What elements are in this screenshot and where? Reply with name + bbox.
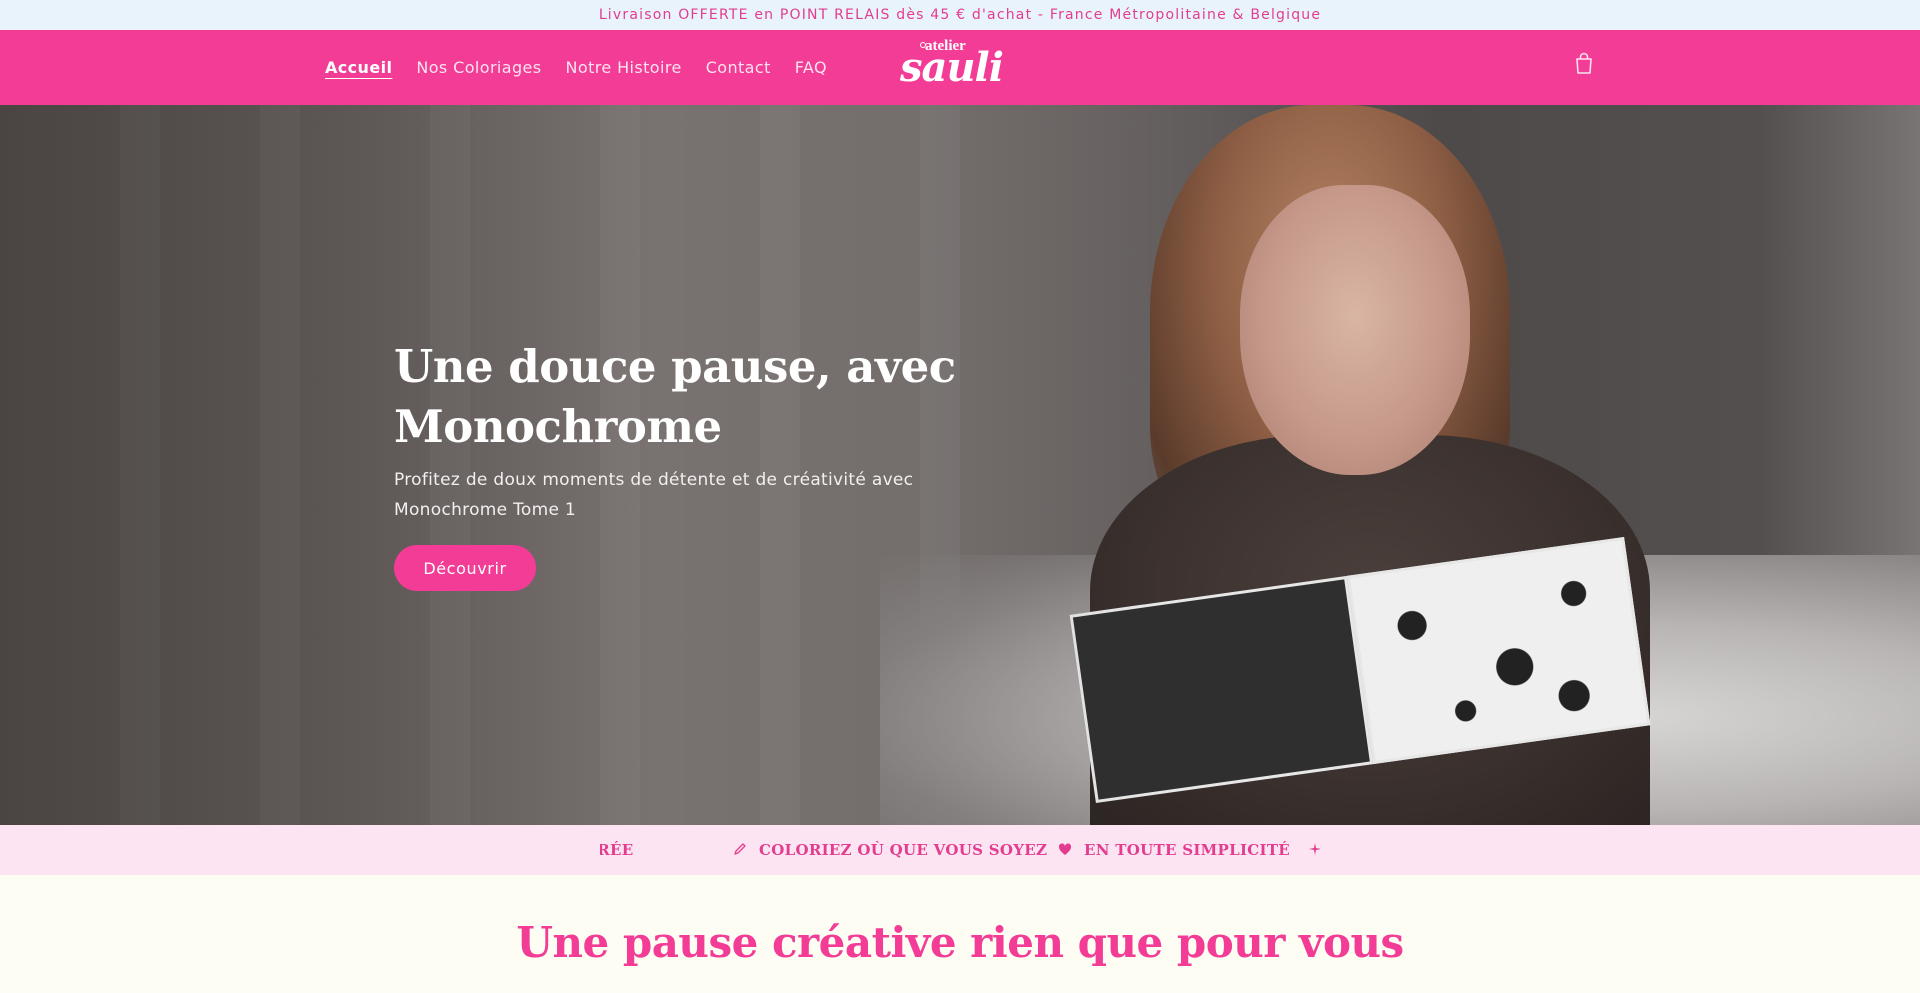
marquee-text: ASSURÉE [600, 841, 634, 859]
marquee-track: ASSURÉE COLORIEZ OÙ QUE VOUS SOYEZ EN TO… [600, 825, 1320, 875]
hero-banner: Une douce pause, avec Monochrome Profite… [0, 105, 1920, 825]
nav-item-notre-histoire[interactable]: Notre Histoire [566, 58, 682, 77]
nav-item-contact[interactable]: Contact [706, 58, 771, 77]
hero-title: Une douce pause, avec Monochrome [394, 340, 956, 453]
hero-overlay [0, 105, 1920, 825]
nav-item-faq[interactable]: FAQ [795, 58, 827, 77]
marquee-item: COLORIEZ OÙ QUE VOUS SOYEZ [733, 825, 1047, 875]
marquee-band: ASSURÉE COLORIEZ OÙ QUE VOUS SOYEZ EN TO… [0, 825, 1920, 875]
announcement-bar: Livraison OFFERTE en POINT RELAIS dès 45… [0, 0, 1920, 30]
announcement-text: Livraison OFFERTE en POINT RELAIS dès 45… [598, 7, 1322, 23]
section-title: Une pause créative rien que pour vous [516, 918, 1404, 967]
discover-button[interactable]: Découvrir [394, 545, 536, 591]
nav-item-accueil[interactable]: Accueil [325, 58, 392, 77]
shopping-bag-icon[interactable] [1573, 51, 1595, 75]
pencil-icon [733, 841, 747, 860]
logo-big-text: sauli [900, 44, 1004, 91]
marquee-text: COLORIEZ OÙ QUE VOUS SOYEZ [759, 841, 1048, 859]
site-header: Accueil Nos Coloriages Notre Histoire Co… [0, 30, 1920, 105]
marquee-text: EN TOUTE SIMPLICITÉ [1084, 841, 1291, 859]
marquee-item [1308, 825, 1320, 875]
sparkle-icon [1308, 841, 1320, 860]
marquee-item: EN TOUTE SIMPLICITÉ [1058, 825, 1290, 875]
hero-text: Profitez de doux moments de détente et d… [394, 470, 914, 520]
marquee-item: ASSURÉE [600, 825, 634, 875]
site-logo[interactable]: atelier sauli [900, 36, 1015, 96]
nav-item-nos-coloriages[interactable]: Nos Coloriages [416, 58, 541, 77]
heart-icon [1058, 841, 1072, 860]
main-nav: Accueil Nos Coloriages Notre Histoire Co… [325, 30, 827, 105]
